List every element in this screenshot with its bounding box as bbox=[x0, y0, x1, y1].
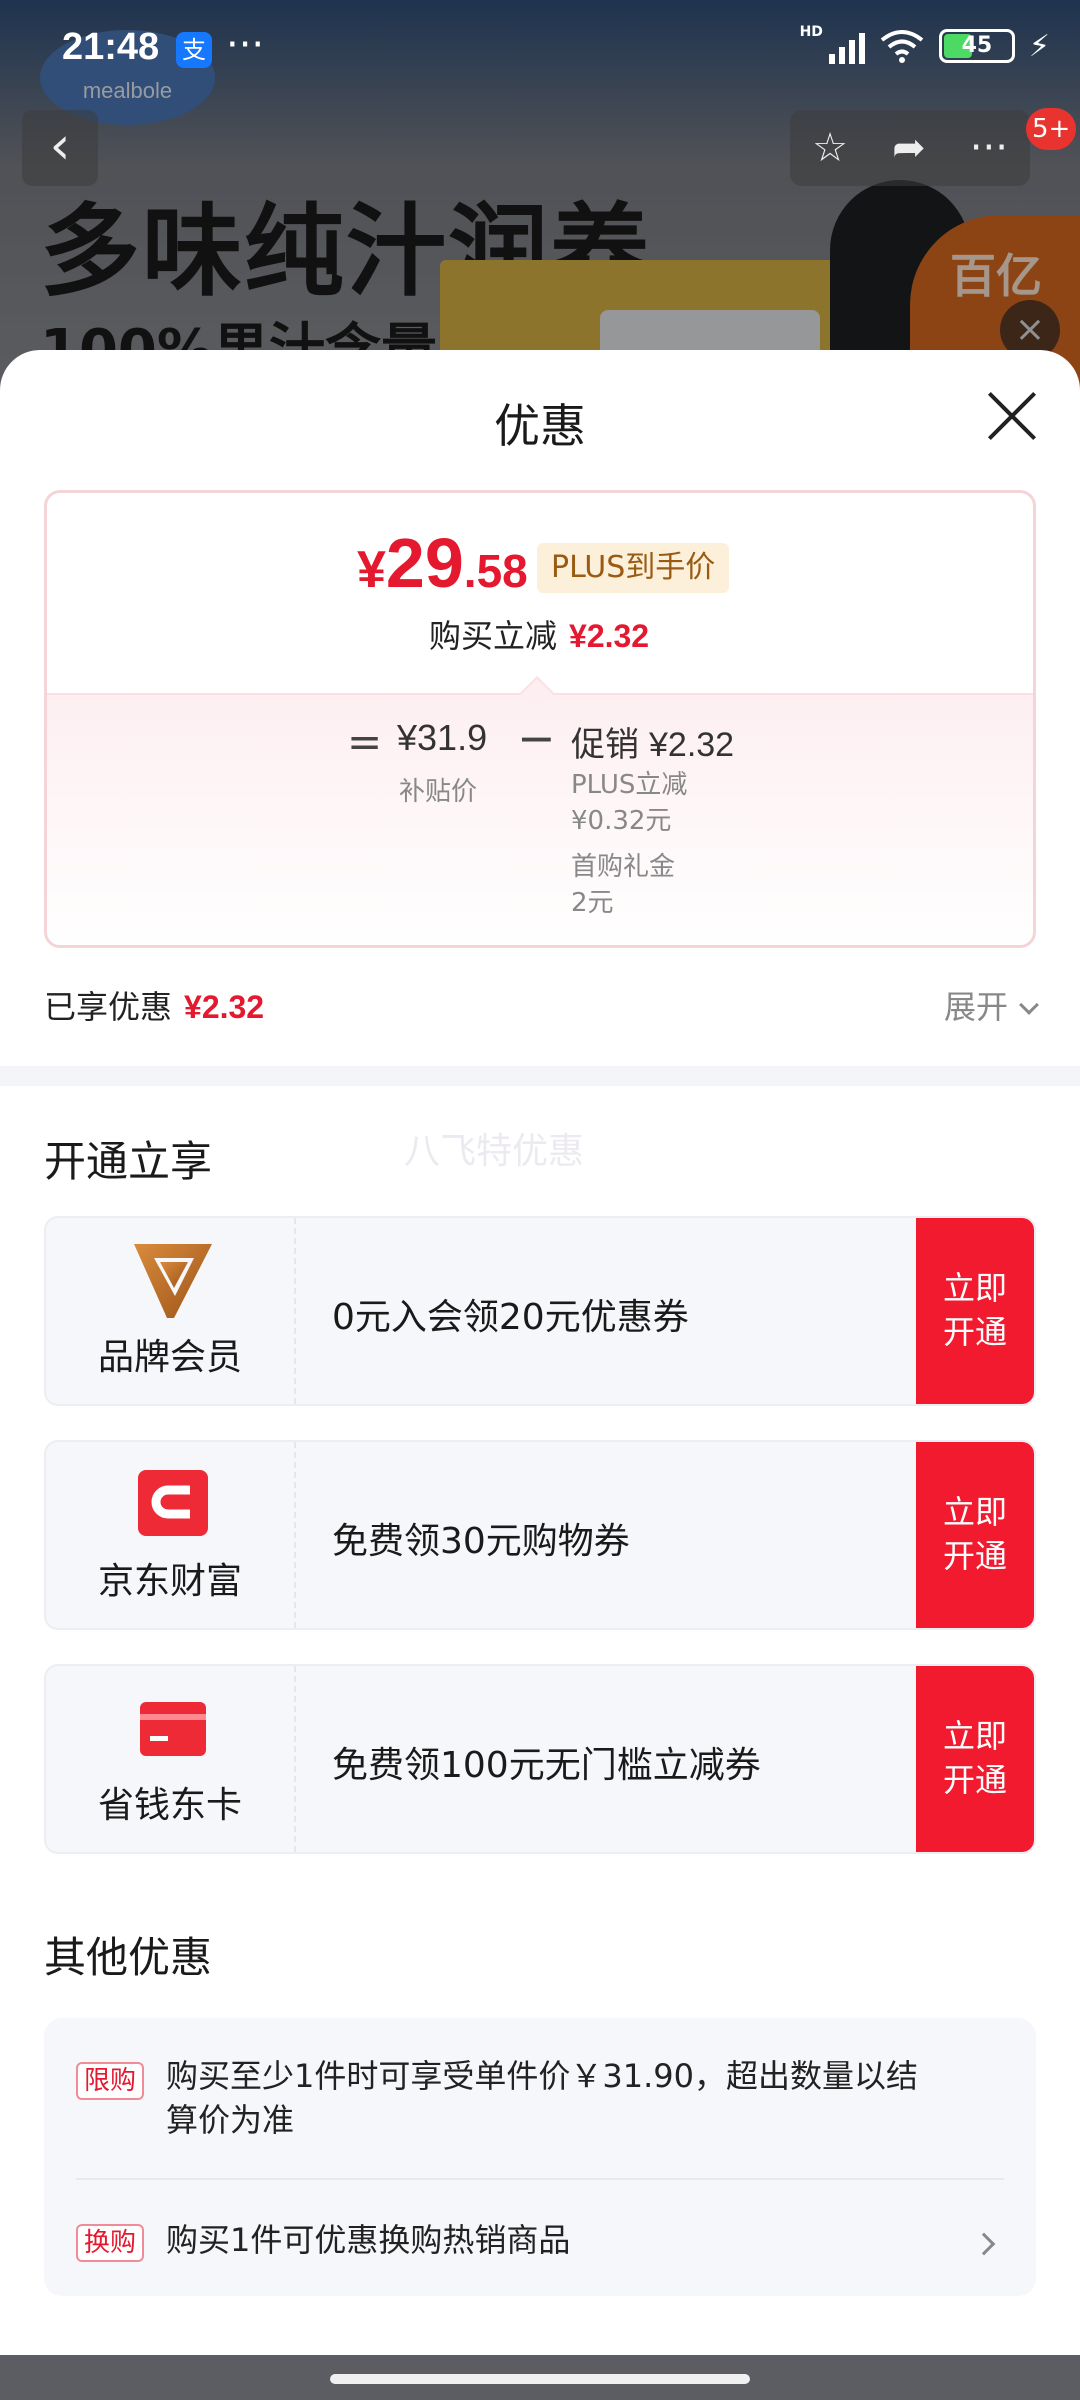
header-actions: ☆ ➦ ··· bbox=[790, 110, 1030, 186]
faded-caption: 八飞特优惠 bbox=[404, 1131, 585, 1172]
activate-saving-card-button[interactable]: 立即 开通 bbox=[916, 1666, 1034, 1852]
more-notifications-icon: ··· bbox=[226, 22, 265, 68]
subsidy-price: ¥31.9 bbox=[397, 717, 488, 758]
plus-discount-name: PLUS立减 bbox=[571, 770, 688, 800]
offer-description: 0元入会领20元优惠券 bbox=[332, 1297, 689, 1338]
price-summary-card: ¥29.58 PLUS到手价 购买立减 ¥2.32 = ¥31.9 补贴价 − 促… bbox=[44, 490, 1036, 948]
back-button[interactable]: ‹ bbox=[22, 110, 98, 186]
offer-description: 免费领100元无门槛立减券 bbox=[332, 1745, 761, 1786]
offer-brand-member[interactable]: 品牌会员 0元入会领20元优惠券 立即 开通 bbox=[44, 1216, 1036, 1406]
alipay-notification-icon: 支 bbox=[176, 32, 212, 68]
expand-toggle[interactable]: 展开 bbox=[944, 982, 1039, 1028]
instant-discount-row: 购买立减 ¥2.32 bbox=[429, 617, 650, 655]
home-indicator[interactable] bbox=[330, 2374, 750, 2384]
network-type-label: HD bbox=[799, 24, 823, 40]
section-divider bbox=[0, 1066, 1080, 1086]
first-purchase-gift-value: 2元 bbox=[571, 888, 614, 918]
enjoyed-discount: 已享优惠 ¥2.32 bbox=[44, 988, 265, 1026]
subsidy-price-label: 补贴价 bbox=[399, 777, 478, 807]
charging-icon: ⚡ bbox=[1028, 28, 1050, 64]
equals-sign: = bbox=[347, 717, 383, 766]
other-discounts-title: 其他优惠 bbox=[44, 1933, 213, 1982]
open-benefits-title: 开通立享 bbox=[44, 1137, 213, 1186]
status-time: 21:48 bbox=[62, 26, 160, 68]
plus-price-tag: PLUS到手价 bbox=[537, 543, 730, 593]
list-divider bbox=[76, 2178, 1004, 2180]
offer-jd-wealth[interactable]: 京东财富 免费领30元购物券 立即 开通 bbox=[44, 1440, 1036, 1630]
first-purchase-gift-name: 首购礼金 bbox=[571, 852, 676, 882]
promotion-total: 促销 ¥2.32 bbox=[571, 725, 735, 765]
purchase-limit-tag: 限购 bbox=[76, 2062, 145, 2100]
more-menu-icon[interactable]: ··· bbox=[970, 125, 1008, 171]
minus-sign: − bbox=[517, 711, 556, 765]
exchange-purchase-tag: 换购 bbox=[76, 2224, 145, 2262]
wifi-icon bbox=[880, 30, 924, 63]
offer-description: 免费领30元购物券 bbox=[332, 1521, 630, 1562]
status-bar: 21:48 支 ··· HD 45 ⚡ bbox=[0, 0, 1080, 100]
message-count-badge[interactable]: 5+ bbox=[1026, 108, 1077, 150]
offer-name: 京东财富 bbox=[97, 1561, 242, 1602]
brand-v-icon bbox=[134, 1244, 212, 1318]
battery-icon: 45 bbox=[938, 29, 1015, 63]
final-price: ¥29.58 bbox=[357, 524, 528, 602]
chevron-down-icon bbox=[1019, 995, 1039, 1015]
signal-icon bbox=[828, 28, 865, 64]
purchase-limit-text: 购买至少1件时可享受单件价￥31.90，超出数量以结算价为准 bbox=[166, 2057, 918, 2139]
share-icon[interactable]: ➦ bbox=[892, 125, 926, 171]
other-discounts-list: 限购 购买至少1件时可享受单件价￥31.90，超出数量以结算价为准 换购 购买1… bbox=[44, 2018, 1036, 2296]
jd-wealth-icon bbox=[138, 1470, 208, 1536]
plus-discount-value: ¥0.32元 bbox=[571, 806, 672, 836]
offer-name: 品牌会员 bbox=[97, 1337, 242, 1378]
offer-name: 省钱东卡 bbox=[97, 1785, 242, 1826]
card-icon bbox=[140, 1702, 206, 1756]
favorite-star-icon[interactable]: ☆ bbox=[812, 125, 848, 171]
sheet-title: 优惠 bbox=[494, 399, 586, 453]
discount-bottom-sheet: 优惠 ¥29.58 PLUS到手价 购买立减 ¥2.32 = ¥31.9 补贴价 … bbox=[0, 350, 1080, 2355]
offer-saving-card[interactable]: 省钱东卡 免费领100元无门槛立减券 立即 开通 bbox=[44, 1664, 1036, 1854]
close-sheet-button[interactable] bbox=[984, 388, 1040, 444]
chevron-right-icon[interactable] bbox=[972, 2232, 996, 2256]
activate-brand-member-button[interactable]: 立即 开通 bbox=[916, 1218, 1034, 1404]
activate-jd-wealth-button[interactable]: 立即 开通 bbox=[916, 1442, 1034, 1628]
exchange-purchase-text[interactable]: 购买1件可优惠换购热销商品 bbox=[166, 2218, 946, 2262]
